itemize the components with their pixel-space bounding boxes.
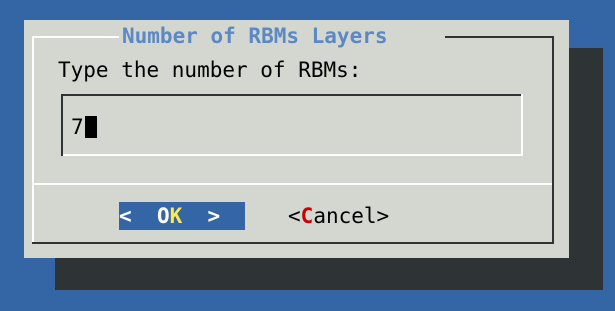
cancel-button-hotkey: C [300, 204, 314, 228]
cancel-button-label-post: ancel> [313, 204, 390, 228]
ok-button-label-post: > [182, 204, 221, 228]
input-border [61, 94, 63, 156]
cancel-button[interactable]: <Cancel> [288, 202, 389, 230]
frame-border [32, 242, 554, 244]
frame-border [552, 175, 554, 185]
frame-border [445, 36, 554, 38]
input-border [63, 154, 523, 156]
dialog-title: Number of RBMs Layers [119, 22, 391, 50]
ok-button-left-bracket: < [119, 204, 132, 228]
cancel-button-label-pre: < [288, 204, 301, 228]
number-input[interactable]: 7 [71, 113, 97, 141]
button-separator [32, 183, 554, 185]
ok-button-label-pre: O [131, 204, 170, 228]
input-border [521, 94, 523, 156]
text-cursor [84, 115, 97, 138]
input-border [61, 94, 523, 96]
dialog-prompt: Type the number of RBMs: [58, 58, 362, 82]
ok-button[interactable]: < OK > [119, 202, 245, 230]
ok-button-hotkey: K [169, 204, 183, 228]
frame-border [552, 36, 554, 243]
input-value: 7 [71, 115, 84, 139]
input-dialog: Number of RBMs Layers Type the number of… [24, 20, 569, 258]
frame-border [32, 36, 34, 243]
number-input-box[interactable]: 7 [61, 94, 530, 156]
